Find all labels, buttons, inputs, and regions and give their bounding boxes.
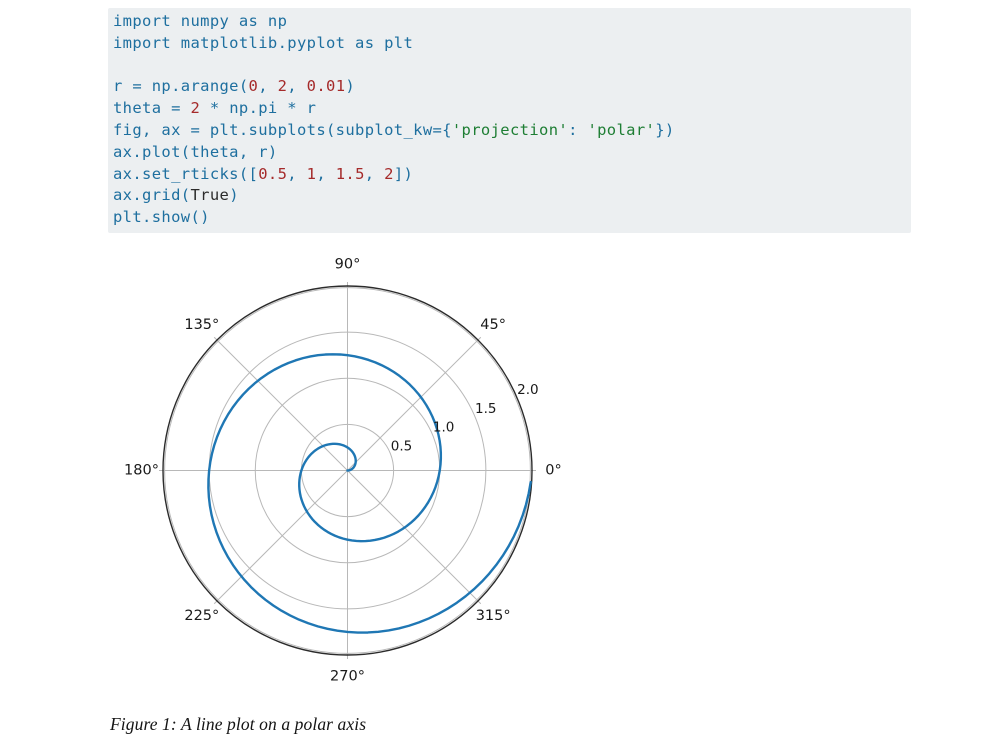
code-token-default: , (258, 77, 277, 95)
code-line (113, 55, 901, 77)
code-token-number: 0.01 (307, 77, 346, 95)
code-token-default: : (568, 121, 587, 139)
code-token-plain: True (190, 186, 229, 204)
code-token-default: theta = (113, 99, 190, 117)
code-token-number: 0.5 (258, 165, 287, 183)
code-token-default: fig, ax = plt.subplots(subplot_kw={ (113, 121, 452, 139)
polar-chart: 0° 45° 90° 135° 180° 225° 270° 315° 0.5 1.0 1.5 2.0 (57, 250, 637, 690)
figure-caption: Figure 1: A line plot on a polar axis (110, 714, 366, 735)
code-token-default: r = np.arange( (113, 77, 249, 95)
code-token-default: ) (229, 186, 239, 204)
r-tick-label: 0.5 (391, 438, 412, 454)
code-line: r = np.arange(0, 2, 0.01) (113, 76, 901, 98)
code-line: ax.plot(theta, r) (113, 142, 901, 164)
code-token-default: ax.grid( (113, 186, 190, 204)
theta-tick-label: 90° (335, 257, 361, 273)
code-line: plt.show() (113, 207, 901, 229)
code-token-number: 2 (190, 99, 200, 117)
code-line: theta = 2 * np.pi * r (113, 98, 901, 120)
code-token-default: ax.plot(theta, r) (113, 143, 278, 161)
theta-tick-label: 135° (184, 317, 219, 333)
code-token-default: import matplotlib.pyplot as plt (113, 34, 413, 52)
code-line: ax.set_rticks([0.5, 1, 1.5, 2]) (113, 164, 901, 186)
code-token-default: , (365, 165, 384, 183)
code-line: ax.grid(True) (113, 185, 901, 207)
code-token-number: 2 (384, 165, 394, 183)
theta-tick-label: 45° (480, 317, 506, 333)
code-token-number: 2 (278, 77, 288, 95)
code-token-number: 1.5 (336, 165, 365, 183)
polar-figure: 0° 45° 90° 135° 180° 225° 270° 315° 0.5 1.0 1.5 2.0 (57, 250, 637, 690)
code-token-string: 'projection' (452, 121, 568, 139)
code-token-default: * np.pi * r (200, 99, 316, 117)
code-token-default: plt.show() (113, 208, 210, 226)
code-line: import numpy as np (113, 11, 901, 33)
code-token-default: ]) (394, 165, 413, 183)
theta-tick-label: 0° (545, 463, 561, 479)
theta-gridline (214, 471, 347, 604)
r-tick-label: 2.0 (517, 382, 538, 398)
code-line: import matplotlib.pyplot as plt (113, 33, 901, 55)
theta-tick-label: 180° (124, 463, 159, 479)
theta-gridline (348, 337, 481, 470)
code-line: fig, ax = plt.subplots(subplot_kw={'proj… (113, 120, 901, 142)
spiral-line (208, 354, 530, 632)
code-block: import numpy as np import matplotlib.pypl… (108, 8, 911, 233)
code-token-number: 1 (307, 165, 317, 183)
document-page: import numpy as np import matplotlib.pypl… (0, 0, 1000, 749)
r-tick-labels: 0.5 1.0 1.5 2.0 (391, 382, 539, 454)
theta-tick-label: 225° (184, 608, 219, 624)
code-token-string: 'polar' (587, 121, 655, 139)
theta-tick-label: 315° (476, 608, 511, 624)
code-token-default: ) (345, 77, 355, 95)
code-token-default: , (316, 165, 335, 183)
r-tick-label: 1.0 (433, 420, 454, 436)
theta-gridline (348, 471, 481, 604)
r-tick-label: 1.5 (475, 401, 496, 417)
code-token-default: }) (655, 121, 674, 139)
code-token-default: import numpy as np (113, 12, 287, 30)
code-token-default: ax.set_rticks([ (113, 165, 258, 183)
code-token-number: 0 (249, 77, 259, 95)
code-token-default: , (287, 165, 306, 183)
theta-tick-label: 270° (330, 669, 365, 685)
code-token-default: , (287, 77, 306, 95)
